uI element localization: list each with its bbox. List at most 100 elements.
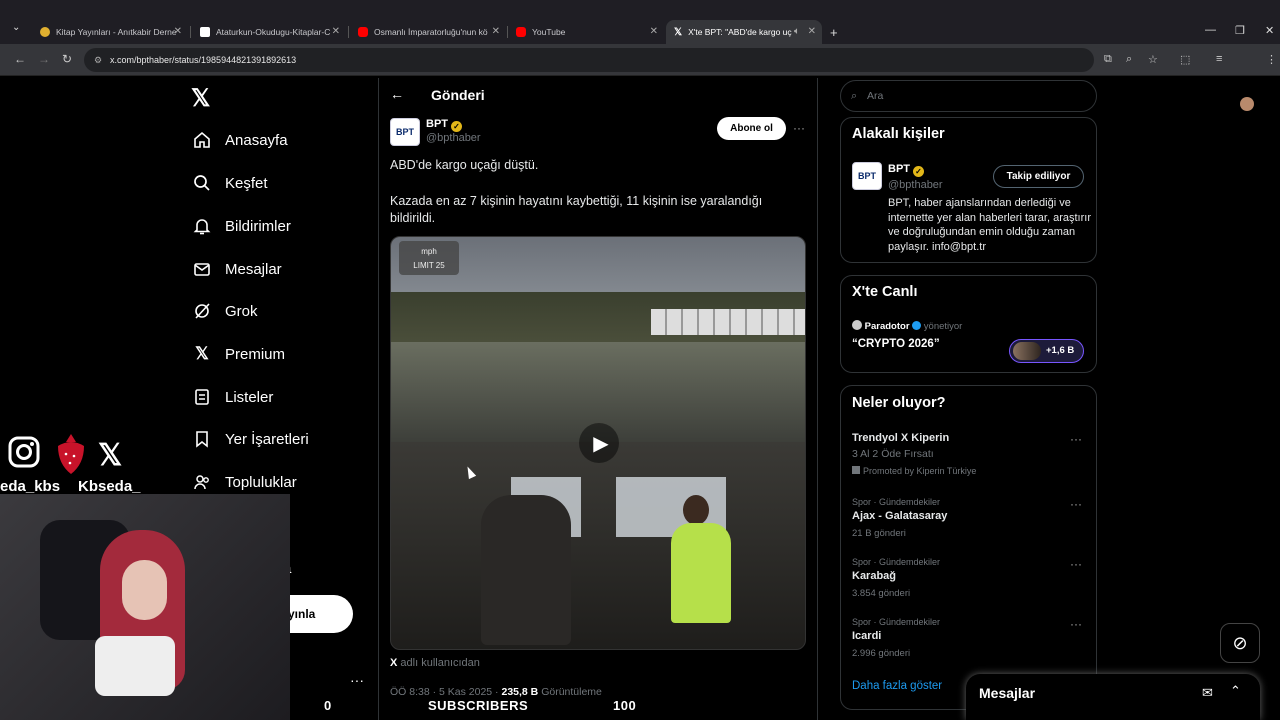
profile-avatar[interactable] [1240, 97, 1254, 111]
nav-explore[interactable]: Keşfet [191, 168, 268, 198]
close-window-icon[interactable]: ✕ [1265, 24, 1274, 37]
nav-home[interactable]: Anasayfa [191, 125, 288, 155]
promoted-icon [852, 466, 860, 474]
back-arrow-icon[interactable]: ← [390, 86, 404, 102]
x-favicon-icon: 𝕏 [674, 26, 683, 38]
post-video[interactable]: mph LIMIT 25 ▶ [390, 236, 806, 650]
post-timestamp: ÖÖ 8:38 · 5 Kas 2025 · [390, 686, 502, 698]
x-logo-icon[interactable]: 𝕏 [191, 84, 210, 113]
avatar-text: BPT [396, 127, 414, 137]
trend-name[interactable]: Karabağ [852, 570, 896, 582]
media-control-icon[interactable]: ≡ [1216, 53, 1222, 65]
trend-more-icon[interactable]: ··· [1070, 432, 1082, 446]
trend-name[interactable]: Icardi [852, 630, 881, 642]
video-scene-cabin [391, 442, 805, 649]
stream-count-left: 0 [324, 698, 332, 713]
nav-lists[interactable]: Listeler [191, 382, 273, 412]
audio-icon[interactable]: 🔈︎ [794, 26, 800, 37]
home-icon [191, 129, 213, 151]
show-more-link[interactable]: Daha fazla göster [852, 680, 942, 692]
author-avatar[interactable]: BPT [390, 118, 420, 146]
subscribers-label: SUBSCRIBERS [428, 698, 529, 713]
trend-count: 21 B gönderi [852, 528, 906, 539]
author-name[interactable]: BPT ✓ [426, 118, 462, 132]
video-driver-head [683, 495, 709, 525]
live-listeners-pill[interactable]: +1,6 B [1009, 339, 1084, 363]
url-field[interactable]: ⚙ x.com/bpthaber/status/1985944821391892… [84, 48, 1094, 72]
new-message-icon[interactable]: ✉ [1202, 685, 1213, 701]
install-app-icon[interactable]: ⧉ [1104, 53, 1112, 66]
verified-badge-icon [912, 321, 922, 330]
speed-limit: LIMIT 25 [413, 261, 445, 270]
browser-tab-3[interactable]: Osmanlı İmparatorluğu'nun kö ✕ [350, 20, 506, 44]
search-placeholder: Ara [867, 90, 884, 102]
minimize-icon[interactable]: — [1205, 24, 1216, 36]
stream-count-right: 100 [613, 698, 637, 713]
nav-label: Topluluklar [225, 473, 297, 491]
close-tab-icon[interactable]: ✕ [174, 26, 182, 37]
zoom-icon[interactable]: ⌕ [1126, 53, 1132, 66]
live-host-row[interactable]: Paradotor yönetiyor [852, 320, 962, 332]
related-avatar[interactable]: BPT [852, 162, 882, 190]
tab-favicon [200, 27, 210, 37]
nav-messages[interactable]: Mesajlar [191, 254, 282, 284]
envelope-icon [191, 258, 213, 280]
close-tab-icon[interactable]: ✕ [808, 26, 816, 37]
trend-more-icon[interactable]: ··· [1070, 557, 1082, 571]
tab-search-icon[interactable]: ⌄ [12, 22, 20, 33]
trend-more-icon[interactable]: ··· [1070, 617, 1082, 631]
post-text-line-2: Kazada en az 7 kişinin hayatını kaybetti… [390, 194, 763, 225]
play-icon[interactable]: ▶ [579, 423, 619, 463]
listener-count: +1,6 B [1046, 345, 1075, 356]
live-topic[interactable]: “CRYPTO 2026” [852, 338, 940, 350]
nav-bookmarks[interactable]: Yer İşaretleri [191, 424, 309, 454]
grok-floating-icon[interactable]: ⊘ [1220, 623, 1260, 663]
x-premium-icon: 𝕏 [195, 344, 209, 363]
menu-icon[interactable]: ⋮ [1266, 53, 1277, 66]
new-tab-icon[interactable]: + [830, 25, 838, 40]
nav-notifications[interactable]: Bildirimler [191, 211, 291, 241]
browser-tab-5-active[interactable]: 𝕏 X'te BPT: "ABD'de kargo uç 🔈︎ ✕ [666, 20, 822, 44]
search-input[interactable]: ⌕ Ara [840, 80, 1097, 112]
url-text: x.com/bpthaber/status/198594482139189261… [110, 55, 297, 65]
nav-label: Anasayfa [225, 131, 288, 149]
browser-tab-1[interactable]: Kitap Yayınları - Anıtkabir Derne ✕ [32, 20, 188, 44]
post-button-label: yınla [288, 607, 316, 621]
browser-tab-2[interactable]: Ataturkun-Okudugu-Kitaplar-C ✕ [192, 20, 346, 44]
reload-icon[interactable]: ↻ [62, 52, 72, 66]
following-button[interactable]: Takip ediliyor [993, 165, 1084, 188]
account-more-icon[interactable]: ··· [350, 672, 364, 688]
bell-icon [191, 215, 213, 237]
trend-name[interactable]: Ajax - Galatasaray [852, 510, 947, 522]
site-info-icon[interactable]: ⚙ [94, 48, 102, 72]
nav-grok[interactable]: Grok [191, 296, 258, 326]
restore-icon[interactable]: ❐ [1235, 24, 1245, 37]
trend-category: Spor · Gündemdekiler [852, 617, 941, 627]
nav-label: Yer İşaretleri [225, 430, 309, 448]
video-scene-trailers [651, 309, 805, 335]
close-tab-icon[interactable]: ✕ [332, 26, 340, 37]
trend-more-icon[interactable]: ··· [1070, 497, 1082, 511]
close-tab-icon[interactable]: ✕ [650, 26, 658, 37]
browser-tab-4[interactable]: YouTube ✕ [508, 20, 664, 44]
verified-badge-icon: ✓ [451, 121, 462, 132]
close-tab-icon[interactable]: ✕ [492, 26, 500, 37]
expand-icon[interactable]: ⌃ [1230, 683, 1241, 699]
nav-label: Premium [225, 345, 286, 363]
grok-icon [191, 300, 213, 322]
trend-name[interactable]: Trendyol X Kiperin [852, 432, 949, 444]
bookmark-star-icon[interactable]: ☆ [1148, 53, 1158, 66]
tab-favicon [40, 27, 50, 37]
post-more-icon[interactable]: ··· [793, 121, 805, 135]
nav-communities[interactable]: Topluluklar [191, 467, 297, 497]
back-icon[interactable]: ← [14, 52, 26, 66]
page-title: Gönderi [431, 87, 485, 103]
forward-icon[interactable]: → [38, 52, 50, 66]
author-handle[interactable]: @bpthaber [426, 132, 481, 144]
extensions-icon[interactable]: ⬚ [1180, 53, 1190, 66]
subscribe-button[interactable]: Abone ol [717, 117, 786, 140]
nav-premium[interactable]: 𝕏 Premium [191, 339, 285, 369]
search-icon: ⌕ [851, 90, 858, 102]
strawberry-icon [54, 428, 88, 484]
twitter-handle: Kbseda_ [78, 478, 141, 495]
